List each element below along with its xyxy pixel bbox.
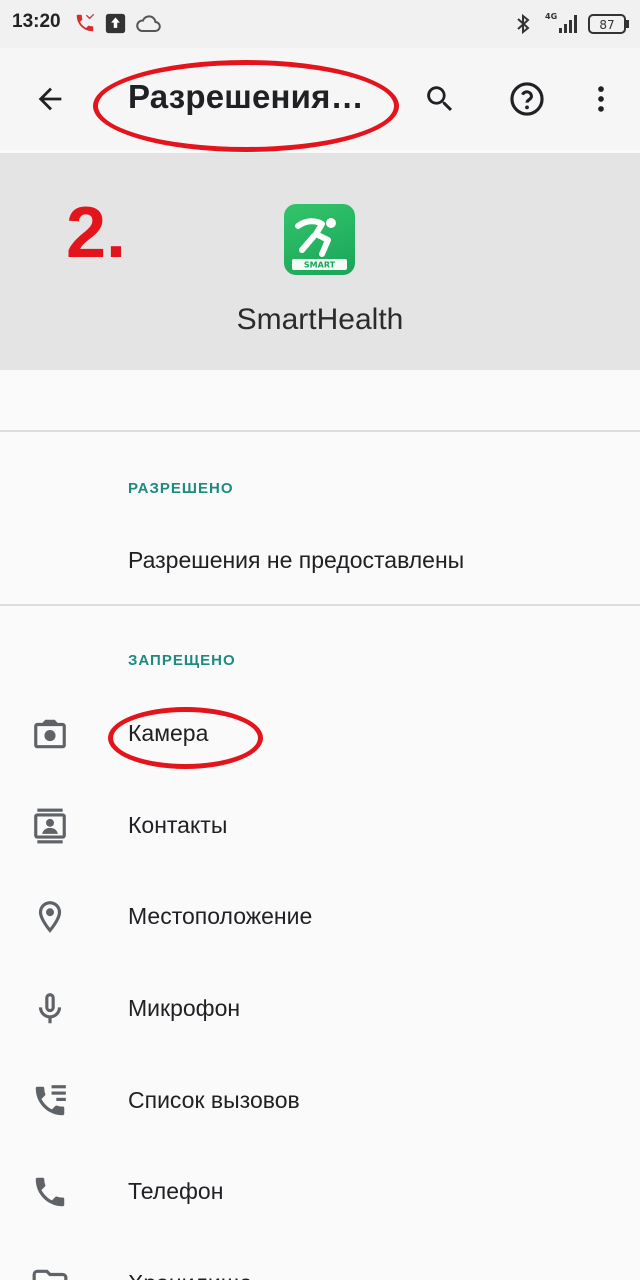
app-header: 2. SMART SmartHealth bbox=[0, 153, 640, 370]
section-header-denied: ЗАПРЕЩЕНО bbox=[128, 652, 236, 669]
help-icon bbox=[510, 82, 544, 116]
search-icon bbox=[427, 86, 453, 112]
permission-label: Местоположение bbox=[128, 903, 313, 929]
permission-row-call-log[interactable]: Список вызовов bbox=[0, 1057, 640, 1147]
help-button[interactable] bbox=[503, 75, 551, 123]
permission-label: Телефон bbox=[128, 1178, 224, 1204]
back-arrow-icon bbox=[38, 87, 62, 111]
permission-row-camera[interactable]: Камера bbox=[0, 690, 640, 780]
location-icon bbox=[30, 897, 70, 937]
permission-label: Список вызовов bbox=[128, 1087, 300, 1113]
permission-label: Контакты bbox=[128, 812, 228, 838]
runner-logo-icon: SMART bbox=[292, 218, 347, 270]
status-time: 13:20 bbox=[12, 11, 61, 32]
battery-icon: 87 bbox=[588, 13, 630, 40]
more-options-button[interactable] bbox=[577, 75, 625, 123]
section-header-allowed: РАЗРЕШЕНО bbox=[128, 480, 234, 497]
permission-row-contacts[interactable]: Контакты bbox=[0, 782, 640, 872]
phone-icon bbox=[30, 1172, 70, 1212]
folder-icon bbox=[30, 1264, 70, 1280]
app-name: SmartHealth bbox=[236, 303, 404, 336]
camera-icon bbox=[30, 714, 70, 754]
network-type-label: 4G bbox=[545, 12, 557, 21]
signal-icon: 4G bbox=[545, 10, 581, 41]
battery-level: 87 bbox=[599, 18, 614, 32]
divider bbox=[0, 430, 640, 432]
annotation-oval-title bbox=[93, 60, 399, 152]
upload-notification-icon bbox=[105, 13, 126, 39]
annotation-oval-camera bbox=[108, 707, 263, 769]
more-vert-icon bbox=[598, 86, 604, 112]
status-bar: 13:20 4G 87 bbox=[0, 0, 640, 48]
top-app-bar: Разрешения… bbox=[0, 48, 640, 152]
app-icon-label: SMART bbox=[304, 261, 336, 270]
microphone-icon bbox=[30, 989, 70, 1029]
call-log-icon bbox=[30, 1081, 70, 1121]
back-button[interactable] bbox=[26, 75, 74, 123]
cloud-icon bbox=[135, 13, 161, 40]
permission-row-storage[interactable]: Хранилище bbox=[0, 1240, 640, 1280]
contacts-icon bbox=[30, 806, 70, 846]
permission-row-phone[interactable]: Телефон bbox=[0, 1148, 640, 1238]
permission-label: Микрофон bbox=[128, 995, 241, 1021]
permission-label: Хранилище bbox=[128, 1270, 252, 1280]
permission-row-location[interactable]: Местоположение bbox=[0, 873, 640, 963]
search-button[interactable] bbox=[416, 75, 464, 123]
no-permissions-text: Разрешения не предоставлены bbox=[128, 547, 465, 573]
annotation-step-number: 2. bbox=[66, 193, 127, 273]
permission-row-microphone[interactable]: Микрофон bbox=[0, 965, 640, 1055]
divider bbox=[0, 604, 640, 606]
app-icon: SMART bbox=[284, 204, 355, 275]
bluetooth-icon bbox=[514, 12, 532, 41]
missed-call-icon bbox=[74, 12, 96, 39]
